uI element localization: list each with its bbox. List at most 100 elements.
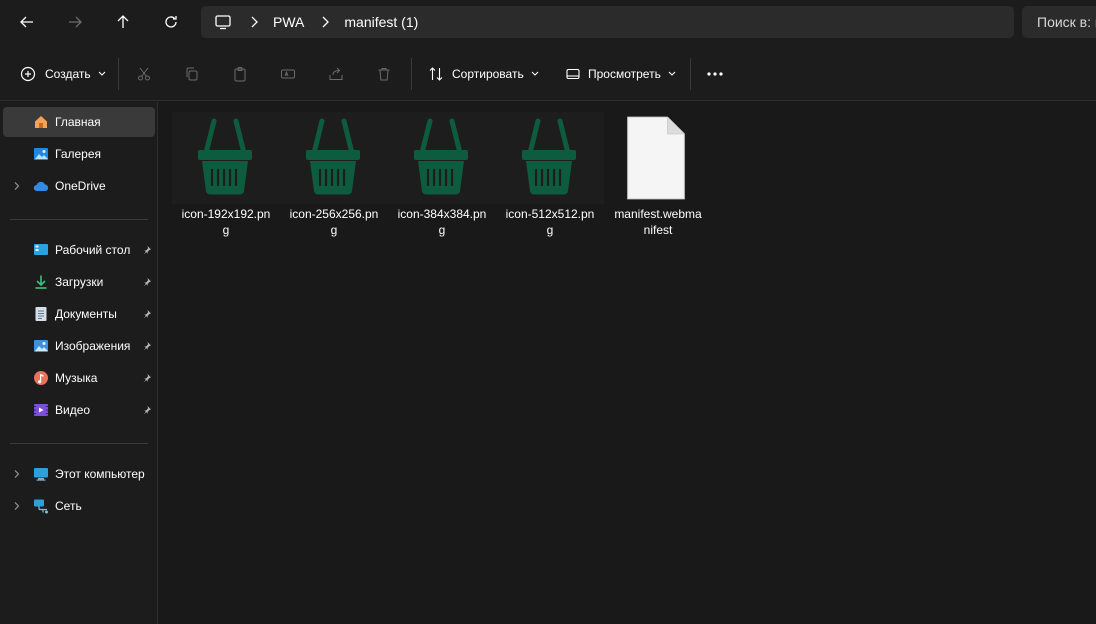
clipboard-icon	[232, 66, 248, 82]
pin-icon[interactable]	[142, 405, 152, 415]
pin-icon[interactable]	[142, 277, 152, 287]
file-name-line: icon-256x256.pn	[289, 207, 379, 221]
sidebar-item-music[interactable]: Музыка	[3, 363, 155, 393]
refresh-icon	[165, 16, 177, 28]
sidebar-item-gallery[interactable]: Галерея	[3, 139, 155, 169]
sidebar-item-video[interactable]: Видео	[3, 395, 155, 425]
sort-button-label: Сортировать	[452, 67, 524, 81]
sidebar-item-label: Главная	[55, 115, 101, 129]
new-button[interactable]: Создать	[14, 60, 112, 88]
sidebar-item-desktop[interactable]: Рабочий стол	[3, 235, 155, 265]
more-icon	[707, 72, 723, 76]
pin-icon[interactable]	[142, 373, 152, 383]
sidebar-item-label: Сеть	[55, 499, 82, 513]
file-item[interactable]: icon-384x384.pn g	[388, 112, 496, 242]
chevron-right-icon[interactable]	[12, 181, 22, 191]
up-button[interactable]	[107, 7, 139, 37]
file-name-line: nifest	[643, 223, 673, 237]
address-bar[interactable]: PWA manifest (1)	[201, 6, 1014, 38]
new-button-label: Создать	[45, 67, 91, 81]
trash-icon	[376, 66, 392, 82]
file-item[interactable]: icon-256x256.pn g	[280, 112, 388, 242]
file-name-line: g	[438, 223, 446, 237]
chevron-down-icon	[531, 71, 539, 77]
copy-button[interactable]	[184, 60, 202, 88]
paste-button[interactable]	[232, 60, 250, 88]
documents-icon	[33, 306, 49, 322]
sidebar-item-documents[interactable]: Документы	[3, 299, 155, 329]
file-thumbnail	[604, 112, 712, 204]
share-button[interactable]	[328, 60, 346, 88]
file-name: icon-192x192.pn g	[172, 206, 280, 238]
sidebar-item-label: Этот компьютер	[55, 467, 145, 481]
rename-button[interactable]	[280, 60, 298, 88]
more-options-button[interactable]	[700, 60, 730, 88]
title-bar: PWA manifest (1) Поиск в: manifest (1)	[0, 0, 1096, 46]
forward-button[interactable]	[59, 7, 91, 37]
rename-icon	[280, 66, 296, 82]
file-name-line: g	[222, 223, 230, 237]
cloud-icon	[33, 178, 49, 194]
file-name: manifest.webma nifest	[604, 206, 712, 238]
sidebar-item-this-pc[interactable]: Этот компьютер	[3, 459, 155, 489]
basket-icon	[306, 118, 360, 195]
download-icon	[33, 274, 49, 290]
file-item[interactable]: manifest.webma nifest	[604, 112, 712, 242]
sidebar-item-label: Изображения	[55, 339, 131, 353]
file-thumbnail	[496, 112, 604, 204]
view-button[interactable]: Просмотреть	[559, 60, 682, 88]
delete-button[interactable]	[376, 60, 394, 88]
toolbar-divider	[118, 58, 119, 90]
file-thumbnail	[388, 112, 496, 204]
file-thumbnail	[172, 112, 280, 204]
share-icon	[328, 66, 344, 82]
desktop-icon	[33, 242, 49, 258]
file-name: icon-384x384.pn g	[388, 206, 496, 238]
file-item[interactable]: icon-192x192.pn g	[172, 112, 280, 242]
basket-icon	[198, 118, 252, 195]
sidebar-item-network[interactable]: Сеть	[3, 491, 155, 521]
search-input[interactable]: Поиск в: manifest (1)	[1022, 6, 1096, 38]
file-name: icon-256x256.pn g	[280, 206, 388, 238]
file-thumbnail	[280, 112, 388, 204]
file-name-line: g	[330, 223, 338, 237]
pin-icon[interactable]	[142, 245, 152, 255]
sidebar-item-home[interactable]: Главная	[3, 107, 155, 137]
pin-icon[interactable]	[142, 309, 152, 319]
chevron-down-icon	[98, 71, 106, 77]
sidebar-item-label: Видео	[55, 403, 91, 417]
sidebar-divider	[10, 443, 148, 444]
chevron-down-icon	[668, 71, 676, 77]
file-name-line: icon-192x192.pn	[181, 207, 271, 221]
network-icon	[33, 498, 49, 514]
file-item[interactable]: icon-512x512.pn g	[496, 112, 604, 242]
back-button[interactable]	[11, 7, 43, 37]
chevron-right-icon[interactable]	[320, 16, 330, 28]
arrow-right-icon	[69, 16, 82, 28]
home-icon	[33, 114, 49, 130]
pin-icon[interactable]	[142, 341, 152, 351]
view-icon	[565, 66, 581, 82]
computer-icon[interactable]	[214, 13, 232, 31]
sidebar-item-label: Рабочий стол	[55, 243, 131, 257]
chevron-right-icon[interactable]	[249, 16, 259, 28]
pictures-icon	[33, 338, 49, 354]
copy-icon	[184, 66, 200, 82]
sidebar-item-label: Загрузки	[55, 275, 104, 289]
computer-icon	[33, 466, 49, 482]
chevron-right-icon[interactable]	[12, 469, 22, 479]
file-name-line: manifest.webma	[614, 207, 702, 221]
file-list: icon-192x192.pn g icon-256x256.pn g icon…	[159, 102, 1096, 624]
refresh-button[interactable]	[155, 7, 187, 37]
sidebar-item-downloads[interactable]: Загрузки	[3, 267, 155, 297]
cut-button[interactable]	[136, 60, 154, 88]
breadcrumb-item[interactable]: PWA	[273, 14, 304, 30]
arrow-left-icon	[20, 16, 33, 28]
sidebar-item-onedrive[interactable]: OneDrive	[3, 171, 155, 201]
sort-button[interactable]: Сортировать	[422, 60, 545, 88]
sidebar-item-label: OneDrive	[55, 179, 106, 193]
breadcrumb-item[interactable]: manifest (1)	[344, 14, 418, 30]
sidebar-item-pictures[interactable]: Изображения	[3, 331, 155, 361]
chevron-right-icon[interactable]	[12, 501, 22, 511]
scissors-icon	[136, 66, 152, 82]
